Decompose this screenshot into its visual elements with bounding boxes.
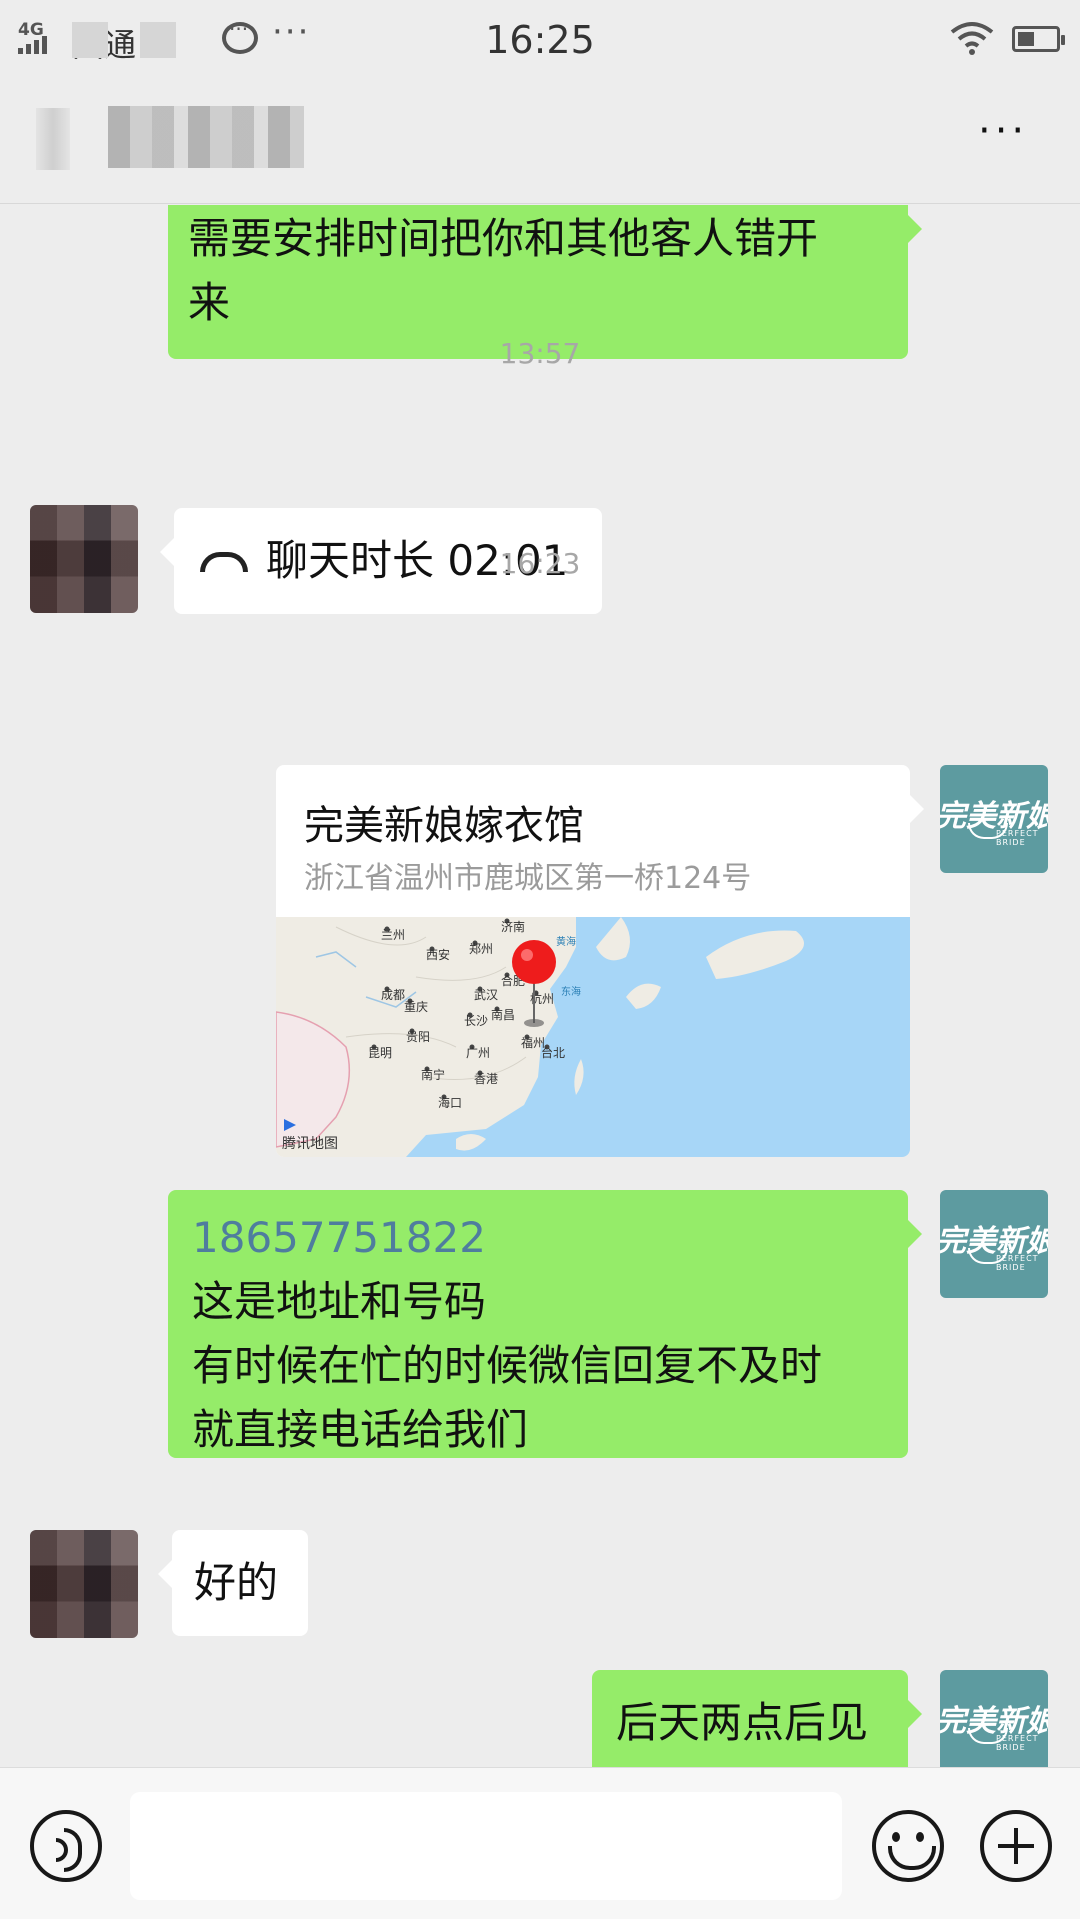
map-city-label: 黄海 — [556, 935, 576, 948]
message-text: 好的 — [194, 1558, 279, 1607]
avatar-logo-subtext: PERFECT BRIDE — [996, 1254, 1039, 1272]
message-text: 这是地址和号码 — [192, 1277, 487, 1326]
status-bar: 4G 国通 ··· 16:25 — [0, 0, 1080, 80]
map-city-label: 济南 — [501, 919, 525, 934]
map-pin-icon — [512, 940, 556, 984]
input-bar — [0, 1767, 1080, 1919]
message-text: 后天两点后见 — [616, 1698, 869, 1747]
clock: 16:25 — [485, 18, 595, 62]
map-city-label: 郑州 — [469, 941, 493, 956]
contact-avatar[interactable] — [30, 1530, 138, 1638]
map-credit-text: 腾讯地图 — [282, 1136, 338, 1152]
map-city-label: 东海 — [561, 985, 581, 998]
map-city-label: 长沙 — [464, 1014, 488, 1028]
map-city-label: 武汉 — [474, 988, 498, 1002]
message-text: 需要安排时间把你和其他客人错开 — [188, 214, 819, 263]
back-button[interactable] — [36, 108, 70, 170]
voice-input-icon[interactable] — [30, 1810, 102, 1882]
map-city-label: 昆明 — [368, 1046, 392, 1060]
message-bubble-incoming[interactable]: 好的 — [158, 1530, 308, 1636]
map-city-label: 台北 — [541, 1045, 565, 1060]
map-city-label: 贵阳 — [406, 1030, 430, 1044]
timestamp: 16:23 — [499, 547, 581, 580]
plus-icon[interactable] — [980, 1810, 1052, 1882]
message-bubble-outgoing[interactable]: 18657751822 这是地址和号码 有时候在忙的时候微信回复不及时 就直接电… — [168, 1190, 922, 1458]
map-city-label: 兰州 — [381, 928, 405, 942]
map-city-label: 成都 — [381, 988, 405, 1002]
my-avatar[interactable]: 完美新娘 PERFECT BRIDE — [940, 1670, 1048, 1767]
map-city-label: 香港 — [474, 1072, 498, 1086]
chat-messages[interactable]: 需要安排时间把你和其他客人错开 来 13:57 聊天时长 02:01 16:23… — [0, 205, 1080, 1767]
tencent-map-icon — [284, 1119, 296, 1131]
map-image: 兰州西安 郑州济南黄海合肥东海成都重庆武汉 杭州长沙 南昌贵阳昆明 广州福州台北南宁 香港… — [276, 917, 910, 1157]
battery-icon — [1012, 26, 1065, 52]
map-city-label: 海口 — [438, 1095, 462, 1110]
message-input[interactable] — [130, 1792, 842, 1900]
more-options-icon[interactable]: ··· — [978, 108, 1028, 154]
map-city-label: 重庆 — [404, 1000, 428, 1014]
my-avatar[interactable]: 完美新娘 PERFECT BRIDE — [940, 765, 1048, 873]
avatar-logo-subtext: PERFECT BRIDE — [996, 1734, 1039, 1752]
map-city-label: 南宁 — [421, 1067, 445, 1082]
location-card[interactable]: 完美新娘嫁衣馆 浙江省温州市鹿城区第一桥124号 兰州 西安 郑州 济南 黄海 合肥 东海成… — [276, 765, 924, 1157]
location-map[interactable]: 兰州 西安 郑州 济南 黄海 合肥 东海 成都 重庆 武汉 杭州 长沙 南昌 贵阳 昆明 广州 福州 台北 南宁 香港… — [276, 917, 910, 1157]
my-avatar[interactable]: 完美新娘 PERFECT BRIDE — [940, 1190, 1048, 1298]
map-city-label: 广州 — [466, 1046, 490, 1060]
emoji-icon[interactable] — [872, 1810, 944, 1882]
wifi-icon — [950, 22, 994, 55]
message-bubble-outgoing[interactable]: 需要安排时间把你和其他客人错开 来 — [168, 205, 922, 359]
timestamp: 13:57 — [499, 337, 581, 370]
message-text: 来 — [188, 278, 231, 327]
location-name: 完美新娘嫁衣馆 — [304, 803, 584, 849]
contact-name-blurred — [108, 106, 304, 168]
avatar-logo-subtext: PERFECT BRIDE — [996, 829, 1039, 847]
map-credit: 腾讯地图 — [282, 1117, 338, 1153]
message-text: 有时候在忙的时候微信回复不及时 — [192, 1341, 823, 1390]
map-city-label: 南昌 — [491, 1007, 515, 1022]
chat-header: ··· — [0, 80, 1080, 204]
message-bubble-outgoing[interactable]: 后天两点后见 — [592, 1670, 922, 1767]
map-city-label: 西安 — [426, 947, 450, 962]
message-text: 就直接电话给我们 — [192, 1405, 529, 1454]
location-address: 浙江省温州市鹿城区第一桥124号 — [304, 861, 752, 896]
phone-number-link[interactable]: 18657751822 — [192, 1206, 884, 1270]
